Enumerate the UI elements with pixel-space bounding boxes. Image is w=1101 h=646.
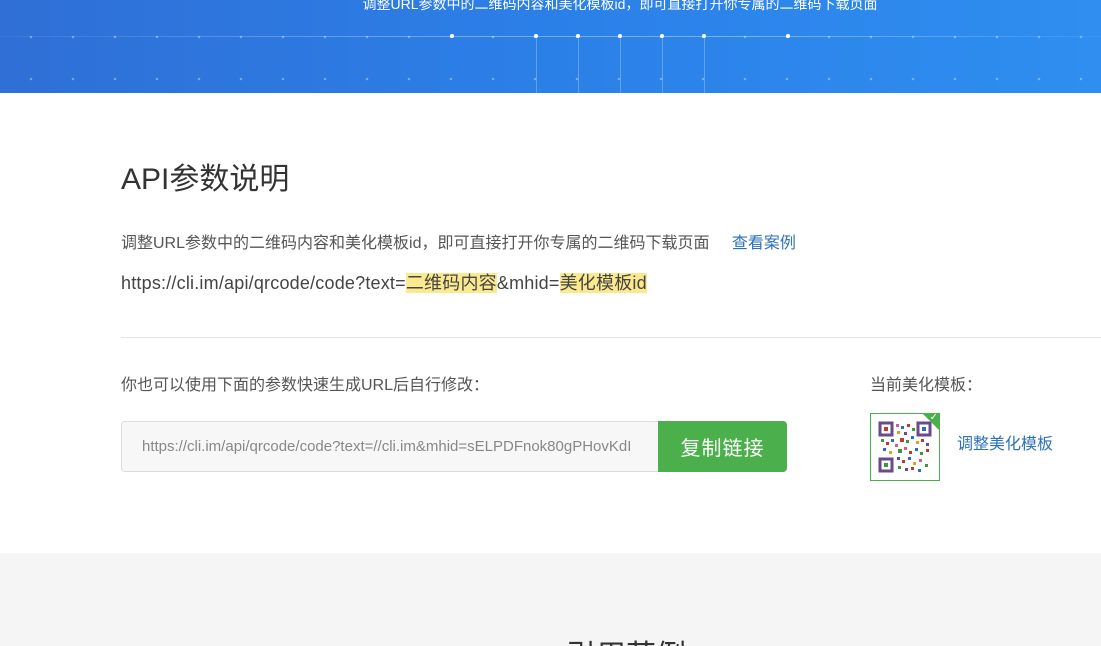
top-banner: 调整URL参数中的二维码内容和美化模板id，即可直接打开你专属的二维码下载页面 — [0, 0, 1101, 93]
banner-vline — [620, 36, 621, 93]
banner-vline — [578, 36, 579, 93]
api-description: 调整URL参数中的二维码内容和美化模板id，即可直接打开你专属的二维码下载页面 — [121, 235, 710, 252]
param-content-highlight: 二维码内容 — [405, 273, 497, 293]
current-template-label: 当前美化模板： — [870, 377, 983, 394]
banner-vline — [704, 36, 705, 93]
banner-dot — [618, 34, 622, 38]
api-description-row: 调整URL参数中的二维码内容和美化模板id，即可直接打开你专属的二维码下载页面 … — [121, 233, 796, 255]
banner-line — [0, 36, 1101, 37]
qr-template-thumbnail-icon[interactable]: ✓ — [870, 413, 940, 481]
banner-dot — [702, 34, 706, 38]
api-url-pattern: https://cli.im/api/qrcode/code?text=二维码内… — [121, 271, 647, 295]
banner-vline — [662, 36, 663, 93]
generated-url-input[interactable] — [121, 421, 658, 472]
param-template-highlight: 美化模板id — [559, 273, 647, 293]
examples-section: 引用范例 — [0, 553, 1101, 646]
api-section-title: API参数说明 — [121, 163, 290, 196]
view-example-link[interactable]: 查看案例 — [732, 235, 796, 252]
banner-dot — [576, 34, 580, 38]
copy-link-button[interactable]: 复制链接 — [658, 421, 787, 472]
quick-gen-label: 你也可以使用下面的参数快速生成URL后自行修改： — [121, 377, 490, 394]
banner-dot — [534, 34, 538, 38]
banner-dot — [660, 34, 664, 38]
url-middle: &mhid= — [496, 273, 560, 293]
examples-section-title: 引用范例 — [566, 637, 686, 646]
banner-vline — [536, 36, 537, 93]
section-divider — [121, 337, 1101, 338]
adjust-template-link[interactable]: 调整美化模板 — [957, 434, 1053, 456]
banner-subtitle: 调整URL参数中的二维码内容和美化模板id，即可直接打开你专属的二维码下载页面 — [362, 0, 878, 12]
banner-dot — [786, 34, 790, 38]
url-prefix: https://cli.im/api/qrcode/code?text= — [121, 273, 406, 293]
banner-dot — [450, 34, 454, 38]
checkmark-icon: ✓ — [929, 413, 938, 423]
